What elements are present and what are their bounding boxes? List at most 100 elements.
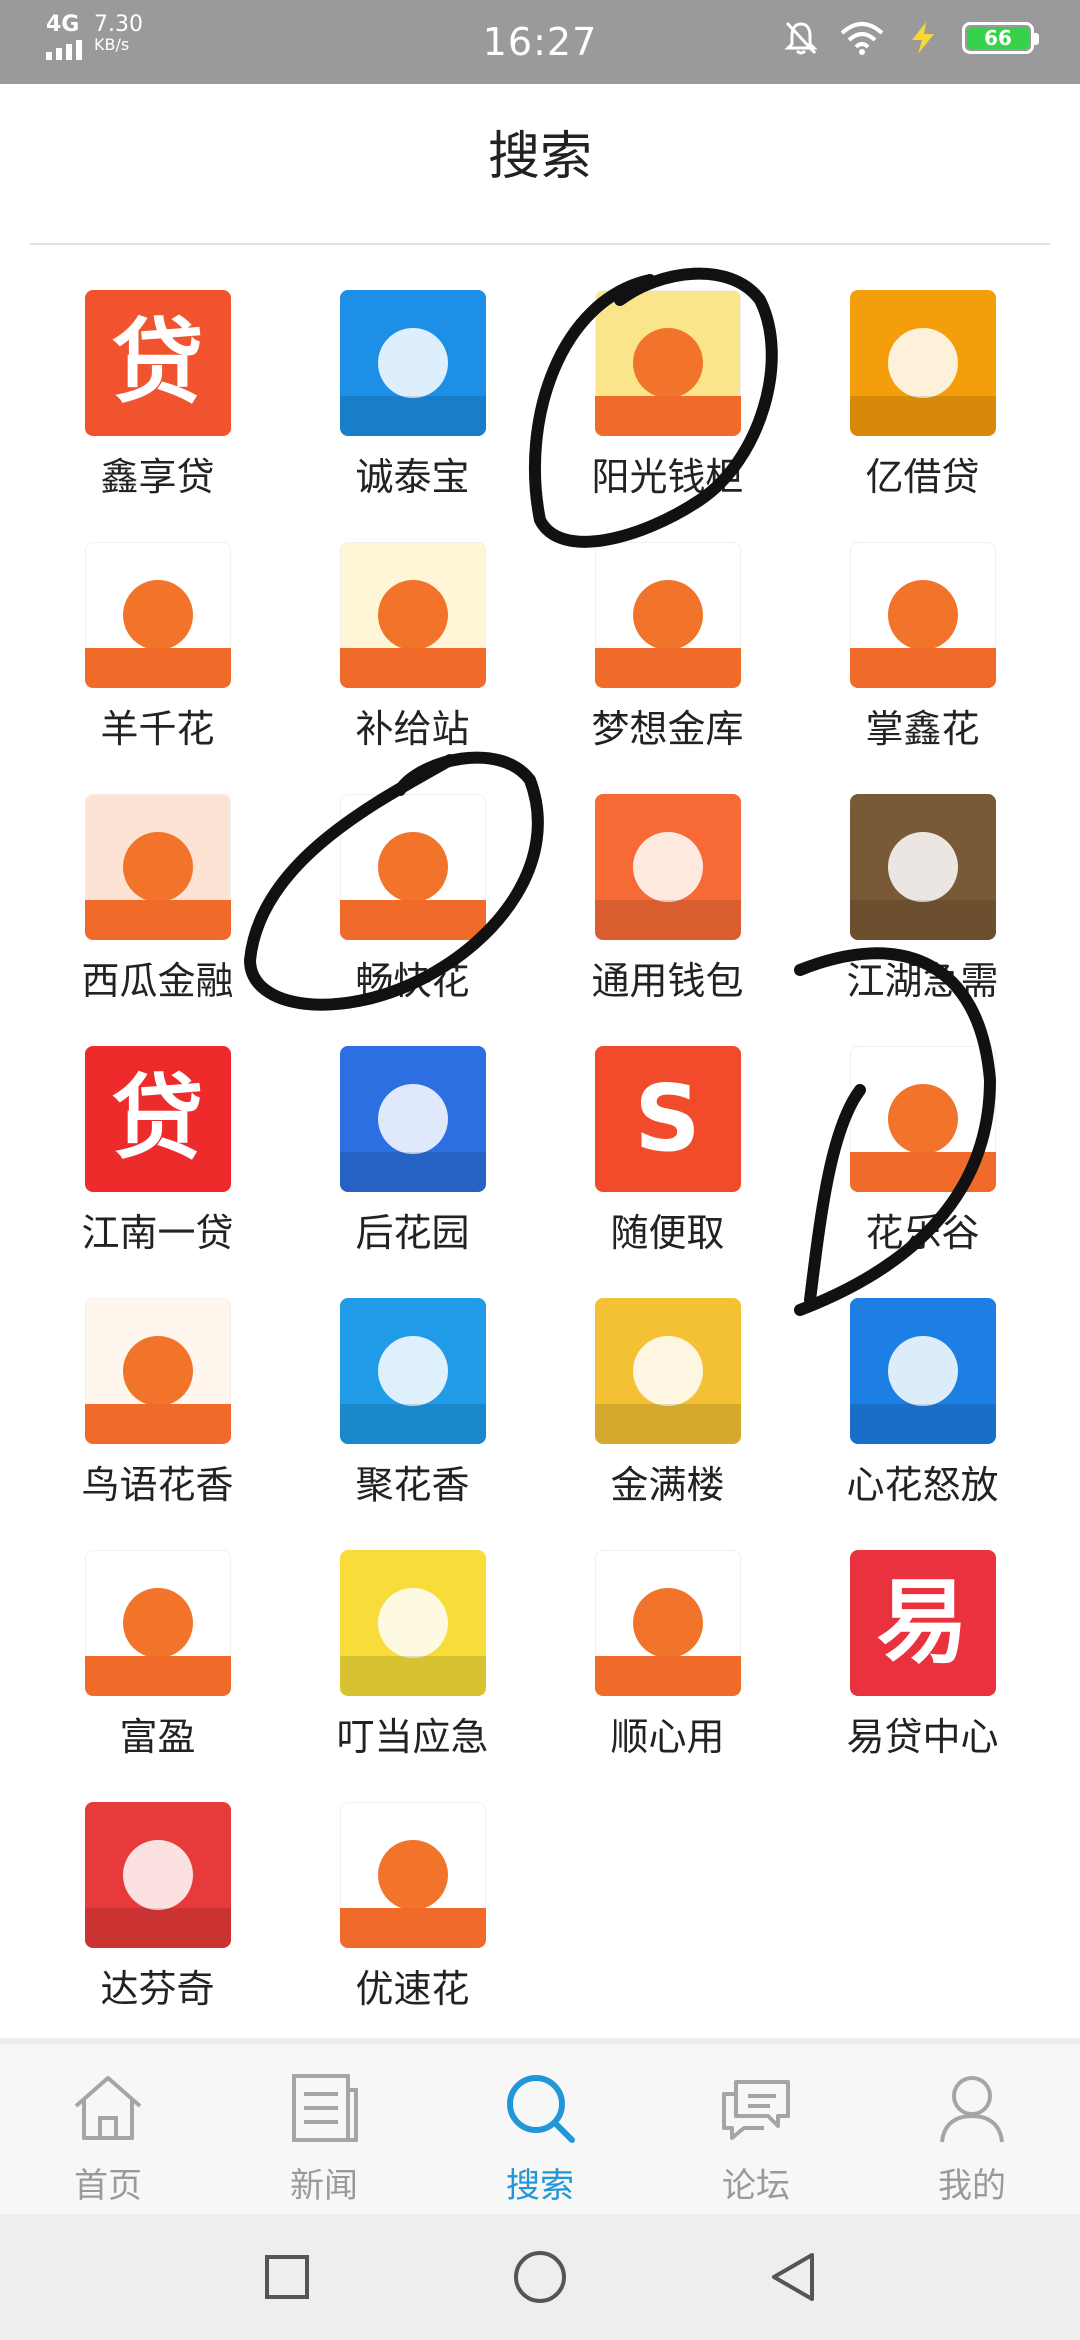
app-item[interactable]: 聚花香 [285, 1298, 540, 1550]
app-icon-strip [84, 1404, 231, 1444]
app-label: 随便取 [610, 1211, 725, 1255]
app-label: 西瓜金融 [81, 959, 234, 1003]
app-item[interactable]: 通用钱包 [540, 794, 795, 1046]
app-label: 掌鑫花 [865, 707, 980, 751]
app-icon-shape [377, 328, 448, 398]
tab-home-label: 首页 [74, 2166, 142, 2206]
app-icon-strip [594, 1656, 741, 1696]
app-icon-strip [84, 900, 231, 940]
screen: 4G 7.30 KB/s 16:27 66 搜索 贷 鑫享贷 诚泰宝 阳光钱柜 … [0, 0, 1080, 2340]
tab-forum[interactable]: 论坛 [648, 2044, 864, 2214]
app-grid: 贷鑫享贷 诚泰宝 阳光钱柜 亿借贷 羊千花 补给站 梦想金库 掌鑫花 西瓜金融 畅快花 通用钱包 江湖… [30, 290, 1050, 2054]
app-item[interactable]: 易易贷中心 [795, 1550, 1050, 1802]
app-icon-shape [632, 580, 703, 650]
app-item[interactable]: 叮当应急 [285, 1550, 540, 1802]
tab-forum-label: 论坛 [722, 2166, 790, 2206]
app-label: 心花怒放 [846, 1463, 999, 1507]
home-button[interactable] [510, 2247, 570, 2307]
app-item[interactable]: S 随便取 [540, 1046, 795, 1298]
bottom-nav: 首页 新闻 搜索 论坛 我的 [0, 2038, 1080, 2214]
app-item[interactable]: 金满楼 [540, 1298, 795, 1550]
winged-coin-icon [594, 542, 741, 688]
app-icon-strip [339, 648, 486, 688]
app-item[interactable]: 优速花 [285, 1802, 540, 2054]
app-item[interactable]: 富盈 [30, 1550, 285, 1802]
app-item[interactable]: 掌鑫花 [795, 542, 1050, 794]
s-badge-icon: S [594, 1046, 741, 1192]
app-label: 顺心用 [610, 1715, 725, 1759]
app-icon-shape [632, 1588, 703, 1658]
app-item[interactable]: 贷鑫享贷 [30, 290, 285, 542]
swirl-icon [339, 1298, 486, 1444]
app-item[interactable]: 羊千花 [30, 542, 285, 794]
app-item[interactable]: 江湖急需 [795, 794, 1050, 1046]
back-button[interactable] [763, 2247, 823, 2307]
loan-char-icon: 贷 [84, 1046, 231, 1192]
app-item[interactable]: 达芬奇 [30, 1802, 285, 2054]
app-label: 鑫享贷 [100, 455, 215, 499]
app-label: 阳光钱柜 [591, 455, 744, 499]
app-item[interactable]: 补给站 [285, 542, 540, 794]
wallet-text-icon [594, 794, 741, 940]
gold-ingot-icon [339, 290, 486, 436]
red-flower-icon [849, 1046, 996, 1192]
coin-ring-icon [849, 290, 996, 436]
app-icon-strip [84, 1656, 231, 1696]
app-label: 花乐谷 [865, 1211, 980, 1255]
app-item[interactable]: 畅快花 [285, 794, 540, 1046]
app-icon-shape [122, 1588, 193, 1658]
news-icon [292, 2074, 358, 2142]
home-icon [74, 2076, 142, 2140]
app-label: 富盈 [119, 1715, 196, 1759]
app-icon-shape [377, 1588, 448, 1658]
tab-search[interactable]: 搜索 [432, 2044, 648, 2214]
app-icon-strip [594, 396, 741, 436]
app-icon-glyph: 易 [876, 1569, 969, 1676]
system-nav-bar [0, 2214, 1080, 2340]
watermelon-icon [84, 794, 231, 940]
app-icon-shape [122, 832, 193, 902]
battery-level: 66 [967, 27, 1029, 49]
app-icon-shape [632, 1336, 703, 1406]
app-icon-shape [377, 1840, 448, 1910]
app-icon-strip [849, 648, 996, 688]
app-item[interactable]: 梦想金库 [540, 542, 795, 794]
app-label: 亿借贷 [865, 455, 980, 499]
app-label: 补给站 [355, 707, 470, 751]
app-item[interactable]: 贷江南一贷 [30, 1046, 285, 1298]
tab-news[interactable]: 新闻 [216, 2044, 432, 2214]
app-icon-shape [887, 1084, 958, 1154]
tab-home[interactable]: 首页 [0, 2044, 216, 2214]
app-item[interactable]: 鸟语花香 [30, 1298, 285, 1550]
app-item[interactable]: 心花怒放 [795, 1298, 1050, 1550]
app-icon-shape [122, 580, 193, 650]
app-label: 达芬奇 [100, 1967, 215, 2011]
app-item[interactable]: 诚泰宝 [285, 290, 540, 542]
search-icon [507, 2075, 575, 2143]
app-icon-strip [849, 900, 996, 940]
app-icon-strip [594, 900, 741, 940]
app-icon-shape [122, 1336, 193, 1406]
app-item[interactable]: 西瓜金融 [30, 794, 285, 1046]
app-icon-shape [632, 328, 703, 398]
charging-icon [912, 22, 934, 54]
cloud-flower-icon [339, 1046, 486, 1192]
app-label: 鸟语花香 [81, 1463, 234, 1507]
mute-icon [784, 21, 818, 55]
app-item[interactable]: 阳光钱柜 [540, 290, 795, 542]
app-icon-shape [377, 832, 448, 902]
recent-apps-button[interactable] [257, 2247, 317, 2307]
app-label: 江南一贷 [81, 1211, 234, 1255]
app-icon-strip [849, 1152, 996, 1192]
app-item[interactable]: 顺心用 [540, 1550, 795, 1802]
app-label: 诚泰宝 [355, 455, 470, 499]
app-icon-shape [887, 328, 958, 398]
status-right: 66 [784, 20, 1039, 56]
app-item[interactable]: 后花园 [285, 1046, 540, 1298]
cross-petal-icon [849, 1298, 996, 1444]
pavilion-icon [594, 1298, 741, 1444]
sheep-icon [84, 542, 231, 688]
app-item[interactable]: 亿借贷 [795, 290, 1050, 542]
tab-profile[interactable]: 我的 [864, 2044, 1080, 2214]
app-item[interactable]: 花乐谷 [795, 1046, 1050, 1298]
